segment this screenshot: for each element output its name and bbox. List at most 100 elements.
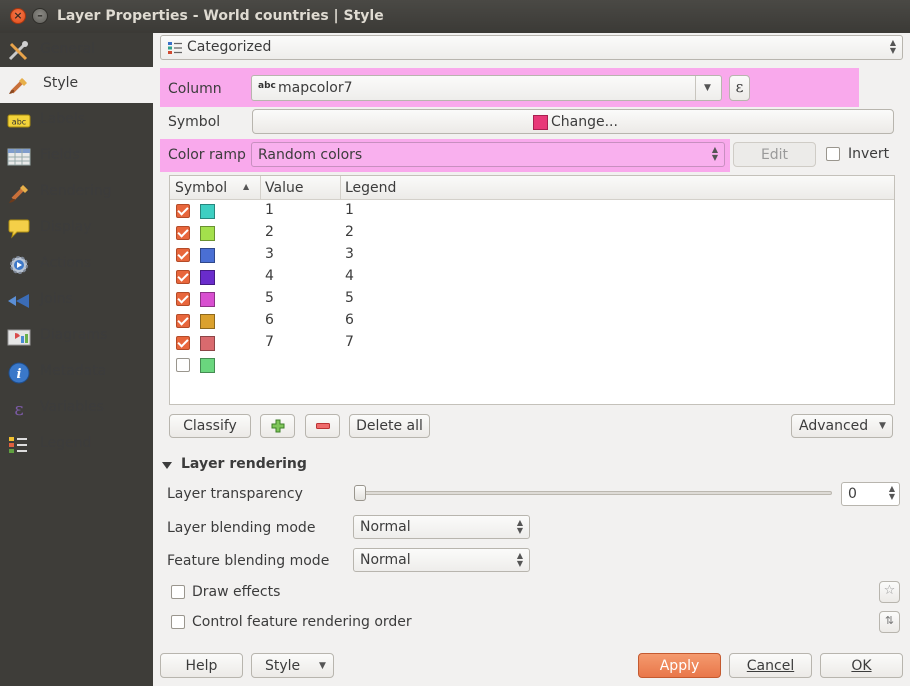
transparency-value: 0 xyxy=(848,486,857,502)
style-menu-button[interactable]: Style ▼ xyxy=(251,653,334,678)
row-symbol-swatch[interactable] xyxy=(200,204,215,219)
header-legend[interactable]: Legend xyxy=(345,180,396,196)
invert-label: Invert xyxy=(848,146,890,162)
table-row[interactable]: 66 xyxy=(170,310,894,332)
apply-button[interactable]: Apply xyxy=(638,653,721,678)
sidebar-item-joins[interactable]: Joins xyxy=(0,283,153,319)
row-visibility-checkbox[interactable] xyxy=(176,226,190,240)
row-value: 4 xyxy=(265,268,274,284)
sidebar-item-diagrams[interactable]: Diagrams xyxy=(0,319,153,355)
sidebar-item-general[interactable]: General xyxy=(0,33,153,69)
sort-ascending-icon: ▲ xyxy=(243,182,250,191)
row-visibility-checkbox[interactable] xyxy=(176,248,190,262)
row-visibility-checkbox[interactable] xyxy=(176,204,190,218)
table-row[interactable]: 44 xyxy=(170,266,894,288)
help-button[interactable]: Help xyxy=(160,653,243,678)
title-bar: × – Layer Properties - World countries |… xyxy=(0,0,910,33)
table-row[interactable]: 33 xyxy=(170,244,894,266)
row-symbol-swatch[interactable] xyxy=(200,336,215,351)
transparency-slider-handle[interactable] xyxy=(354,485,366,501)
layer-rendering-title[interactable]: Layer rendering xyxy=(181,456,307,472)
advanced-menu-button[interactable]: Advanced ▼ xyxy=(791,414,893,438)
define-order-button[interactable]: ⇅ xyxy=(879,611,900,633)
table-row[interactable] xyxy=(170,354,894,376)
sidebar-item-label: Joins xyxy=(40,291,73,307)
sidebar-item-label: Rendering xyxy=(40,183,112,199)
layer-blending-select[interactable]: Normal ▲ ▼ xyxy=(353,515,530,539)
window-minimize-button[interactable]: – xyxy=(32,8,48,24)
delete-all-button[interactable]: Delete all xyxy=(349,414,430,438)
row-visibility-checkbox[interactable] xyxy=(176,292,190,306)
row-symbol-swatch[interactable] xyxy=(200,226,215,241)
customize-effects-button[interactable]: ☆ xyxy=(879,581,900,603)
header-symbol[interactable]: Symbol xyxy=(175,180,227,196)
table-row[interactable]: 22 xyxy=(170,222,894,244)
row-legend: 5 xyxy=(345,290,354,306)
sidebar-item-labels[interactable]: abc Labels xyxy=(0,103,153,139)
layer-transparency-label: Layer transparency xyxy=(167,486,303,502)
display-speech-icon xyxy=(8,219,30,239)
sidebar-item-fields[interactable]: Fields xyxy=(0,139,153,175)
sidebar-item-variables[interactable]: ε Variables xyxy=(0,391,153,427)
chevron-updown-icon: ▲ ▼ xyxy=(711,145,718,162)
sidebar: General Style abc Labels Fields Renderin… xyxy=(0,33,153,686)
table-row[interactable]: 55 xyxy=(170,288,894,310)
row-symbol-swatch[interactable] xyxy=(200,314,215,329)
feature-blending-select[interactable]: Normal ▲ ▼ xyxy=(353,548,530,572)
ok-button[interactable]: OK xyxy=(820,653,903,678)
sidebar-item-metadata[interactable]: i Metadata xyxy=(0,355,153,391)
sidebar-item-label: Labels xyxy=(40,111,86,127)
minus-icon xyxy=(316,423,330,429)
draw-effects-checkbox[interactable] xyxy=(171,585,185,599)
invert-checkbox[interactable] xyxy=(826,147,840,161)
color-ramp-select[interactable]: Random colors ▲ ▼ xyxy=(251,142,725,167)
table-row[interactable]: 77 xyxy=(170,332,894,354)
delete-all-label: Delete all xyxy=(356,418,423,434)
expression-button[interactable]: ε xyxy=(729,75,750,101)
table-row[interactable]: 11 xyxy=(170,200,894,222)
sidebar-item-label: Diagrams xyxy=(40,327,108,343)
chevron-updown-icon: ▲ ▼ xyxy=(516,518,523,535)
row-symbol-swatch[interactable] xyxy=(200,270,215,285)
symbol-color-swatch xyxy=(533,115,548,130)
remove-class-button[interactable] xyxy=(305,414,340,438)
combo-divider xyxy=(695,76,696,100)
row-symbol-swatch[interactable] xyxy=(200,292,215,307)
sidebar-item-rendering[interactable]: Rendering xyxy=(0,175,153,211)
renderer-type-select[interactable]: Categorized ▲ ▼ xyxy=(160,35,903,60)
sidebar-item-display[interactable]: Display xyxy=(0,211,153,247)
style-brush-icon xyxy=(9,78,27,94)
row-visibility-checkbox[interactable] xyxy=(176,314,190,328)
string-type-icon: abc xyxy=(258,81,276,91)
sidebar-item-label: Style xyxy=(43,75,79,91)
style-label: Style xyxy=(265,658,301,674)
cancel-button[interactable]: Cancel xyxy=(729,653,812,678)
rendering-order-checkbox[interactable] xyxy=(171,615,185,629)
edit-ramp-button[interactable]: Edit xyxy=(733,142,816,167)
change-symbol-button[interactable]: Change... xyxy=(252,109,894,134)
window-close-button[interactable]: × xyxy=(10,8,26,24)
transparency-slider[interactable] xyxy=(355,491,832,495)
sidebar-item-style[interactable]: Style xyxy=(0,67,153,103)
classify-button[interactable]: Classify xyxy=(169,414,251,438)
spin-updown-icon[interactable]: ▲ ▼ xyxy=(889,485,895,501)
transparency-spinbox[interactable]: 0 ▲ ▼ xyxy=(841,482,900,506)
row-visibility-checkbox[interactable] xyxy=(176,358,190,372)
row-symbol-swatch[interactable] xyxy=(200,248,215,263)
star-icon: ☆ xyxy=(883,583,896,598)
sidebar-item-actions[interactable]: Actions xyxy=(0,247,153,283)
add-class-button[interactable] xyxy=(260,414,295,438)
sidebar-item-legend[interactable]: Legend xyxy=(0,427,153,463)
svg-text:ε: ε xyxy=(14,399,23,420)
column-select[interactable]: abc mapcolor7 ▼ xyxy=(251,75,722,101)
row-symbol-swatch[interactable] xyxy=(200,358,215,373)
row-visibility-checkbox[interactable] xyxy=(176,336,190,350)
header-value[interactable]: Value xyxy=(265,180,303,196)
joins-icon xyxy=(8,294,29,308)
row-visibility-checkbox[interactable] xyxy=(176,270,190,284)
feature-blending-label: Feature blending mode xyxy=(167,553,330,569)
draw-effects-label: Draw effects xyxy=(192,584,281,600)
general-tools-icon xyxy=(8,41,28,61)
collapse-arrow-icon[interactable] xyxy=(162,462,172,469)
help-label: Help xyxy=(185,658,218,674)
